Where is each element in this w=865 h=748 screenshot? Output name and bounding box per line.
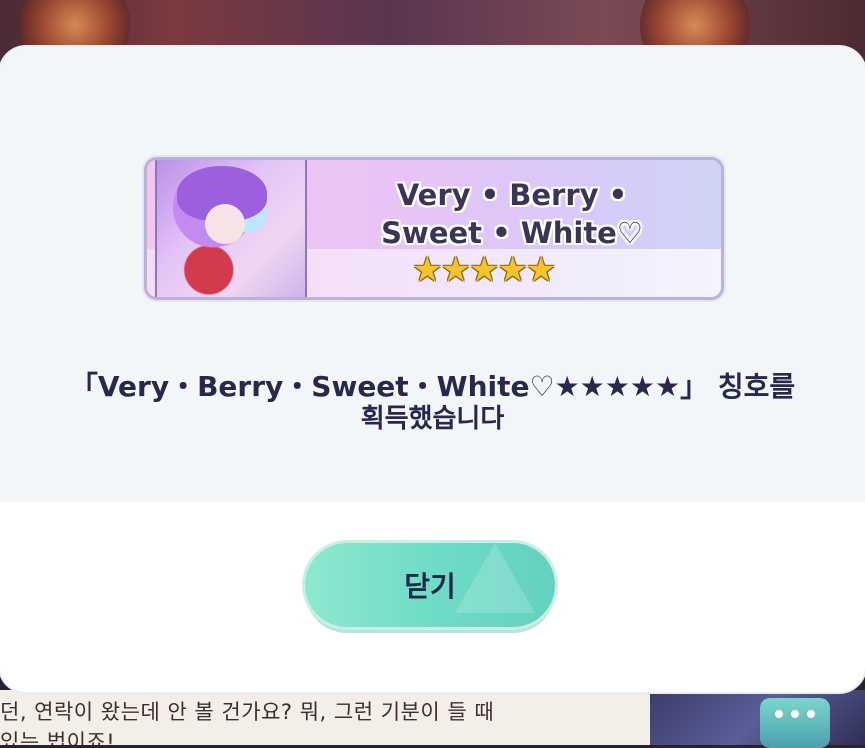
dialog-content-panel: Very • Berry • Sweet • White♡ ★★★★★ 「Ver… (0, 47, 865, 502)
banner-title-line: Sweet • White♡ (381, 216, 643, 250)
mascot-icon (760, 698, 830, 748)
banner-title-line: Very • Berry • (396, 178, 628, 212)
close-button[interactable]: 닫기 (305, 543, 555, 627)
close-button-label: 닫기 (404, 570, 456, 603)
chat-line: 있는 법이죠! (0, 730, 116, 745)
rarity-stars-icon: ★★★★★ (412, 250, 556, 290)
acquired-message: 「Very・Berry・Sweet・White♡★★★★★」 칭호를 획득했습니… (30, 370, 835, 436)
background-chat-text: 던, 연락이 왔는데 안 볼 건가요? 뭐, 그런 기분이 들 때 있는 법이죠… (0, 697, 640, 745)
character-face (205, 204, 245, 244)
background-character-corner (650, 690, 865, 748)
message-line: 획득했습니다 (360, 404, 505, 434)
chat-line: 던, 연락이 왔는데 안 볼 건가요? 뭐, 그런 기분이 들 때 (0, 700, 495, 724)
message-line: 「Very・Berry・Sweet・White♡★★★★★」 칭호를 (69, 370, 796, 403)
banner-title: Very • Berry • Sweet • White♡ (337, 176, 687, 252)
character-portrait (155, 160, 307, 297)
title-acquired-dialog: Very • Berry • Sweet • White♡ ★★★★★ 「Ver… (0, 47, 865, 692)
title-banner: Very • Berry • Sweet • White♡ ★★★★★ (147, 160, 721, 297)
